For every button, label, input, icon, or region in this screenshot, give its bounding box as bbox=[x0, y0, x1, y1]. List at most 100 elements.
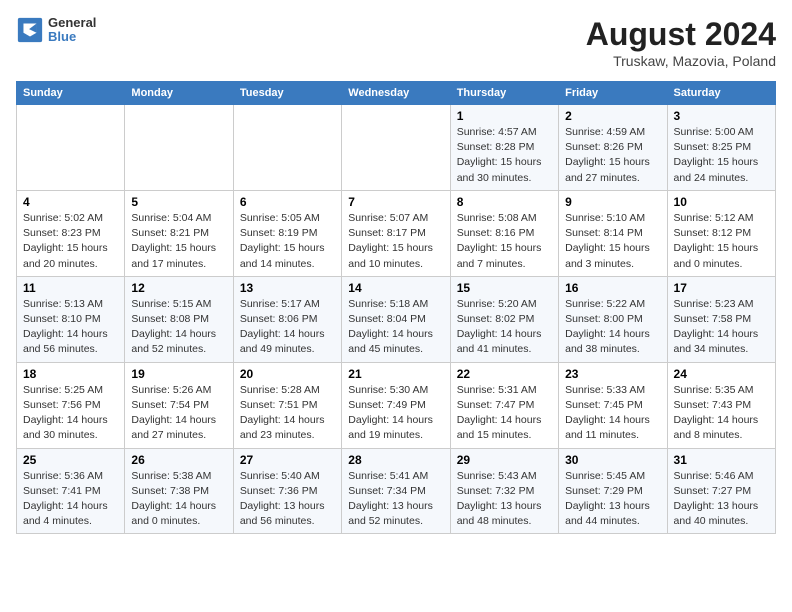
day-info: Sunrise: 5:23 AMSunset: 7:58 PMDaylight:… bbox=[674, 297, 769, 358]
day-number: 6 bbox=[240, 195, 335, 209]
day-number: 1 bbox=[457, 109, 552, 123]
calendar-table: SundayMondayTuesdayWednesdayThursdayFrid… bbox=[16, 81, 776, 534]
calendar-cell: 18 Sunrise: 5:25 AMSunset: 7:56 PMDayligh… bbox=[17, 362, 125, 448]
day-info: Sunrise: 5:46 AMSunset: 7:27 PMDaylight:… bbox=[674, 469, 769, 530]
day-number: 18 bbox=[23, 367, 118, 381]
day-number: 22 bbox=[457, 367, 552, 381]
day-info: Sunrise: 5:43 AMSunset: 7:32 PMDaylight:… bbox=[457, 469, 552, 530]
logo-text: General Blue bbox=[48, 16, 96, 45]
day-number: 3 bbox=[674, 109, 769, 123]
day-info: Sunrise: 5:07 AMSunset: 8:17 PMDaylight:… bbox=[348, 211, 443, 272]
calendar-cell: 5 Sunrise: 5:04 AMSunset: 8:21 PMDaylight… bbox=[125, 190, 233, 276]
calendar-cell: 20 Sunrise: 5:28 AMSunset: 7:51 PMDayligh… bbox=[233, 362, 341, 448]
day-number: 16 bbox=[565, 281, 660, 295]
calendar-cell: 26Sunrise: 5:38 AMSunset: 7:38 PMDayligh… bbox=[125, 448, 233, 534]
day-number: 29 bbox=[457, 453, 552, 467]
day-number: 24 bbox=[674, 367, 769, 381]
day-number: 21 bbox=[348, 367, 443, 381]
title-block: August 2024 Truskaw, Mazovia, Poland bbox=[586, 16, 776, 69]
day-info: Sunrise: 5:08 AMSunset: 8:16 PMDaylight:… bbox=[457, 211, 552, 272]
calendar-cell: 24 Sunrise: 5:35 AMSunset: 7:43 PMDayligh… bbox=[667, 362, 775, 448]
calendar-cell: 31 Sunrise: 5:46 AMSunset: 7:27 PMDayligh… bbox=[667, 448, 775, 534]
calendar-cell: 19 Sunrise: 5:26 AMSunset: 7:54 PMDayligh… bbox=[125, 362, 233, 448]
day-info: Sunrise: 5:26 AMSunset: 7:54 PMDaylight:… bbox=[131, 383, 226, 444]
day-info: Sunrise: 5:05 AMSunset: 8:19 PMDaylight:… bbox=[240, 211, 335, 272]
day-number: 20 bbox=[240, 367, 335, 381]
day-number: 14 bbox=[348, 281, 443, 295]
weekday-header: Monday bbox=[125, 82, 233, 105]
day-info: Sunrise: 4:59 AMSunset: 8:26 PMDaylight:… bbox=[565, 125, 660, 186]
calendar-cell: 9 Sunrise: 5:10 AMSunset: 8:14 PMDaylight… bbox=[559, 190, 667, 276]
main-title: August 2024 bbox=[586, 16, 776, 53]
weekday-header: Tuesday bbox=[233, 82, 341, 105]
calendar-cell: 27Sunrise: 5:40 AMSunset: 7:36 PMDayligh… bbox=[233, 448, 341, 534]
logo-icon bbox=[16, 16, 44, 44]
calendar-cell: 13 Sunrise: 5:17 AMSunset: 8:06 PMDayligh… bbox=[233, 276, 341, 362]
calendar-cell: 29 Sunrise: 5:43 AMSunset: 7:32 PMDayligh… bbox=[450, 448, 558, 534]
day-number: 17 bbox=[674, 281, 769, 295]
calendar-cell: 16 Sunrise: 5:22 AMSunset: 8:00 PMDayligh… bbox=[559, 276, 667, 362]
calendar-cell: 30 Sunrise: 5:45 AMSunset: 7:29 PMDayligh… bbox=[559, 448, 667, 534]
calendar-cell: 14 Sunrise: 5:18 AMSunset: 8:04 PMDayligh… bbox=[342, 276, 450, 362]
calendar-cell bbox=[125, 105, 233, 191]
day-number: 5 bbox=[131, 195, 226, 209]
subtitle: Truskaw, Mazovia, Poland bbox=[586, 53, 776, 69]
calendar-cell: 7 Sunrise: 5:07 AMSunset: 8:17 PMDaylight… bbox=[342, 190, 450, 276]
day-info: Sunrise: 5:04 AMSunset: 8:21 PMDaylight:… bbox=[131, 211, 226, 272]
day-info: Sunrise: 5:12 AMSunset: 8:12 PMDaylight:… bbox=[674, 211, 769, 272]
calendar-cell: 2 Sunrise: 4:59 AMSunset: 8:26 PMDaylight… bbox=[559, 105, 667, 191]
day-info: Sunrise: 5:35 AMSunset: 7:43 PMDaylight:… bbox=[674, 383, 769, 444]
day-number: 4 bbox=[23, 195, 118, 209]
day-info: Sunrise: 5:17 AMSunset: 8:06 PMDaylight:… bbox=[240, 297, 335, 358]
calendar-cell: 4 Sunrise: 5:02 AMSunset: 8:23 PMDaylight… bbox=[17, 190, 125, 276]
day-number: 28 bbox=[348, 453, 443, 467]
logo: General Blue bbox=[16, 16, 96, 45]
calendar-cell: 17 Sunrise: 5:23 AMSunset: 7:58 PMDayligh… bbox=[667, 276, 775, 362]
day-number: 27 bbox=[240, 453, 335, 467]
day-number: 7 bbox=[348, 195, 443, 209]
day-info: Sunrise: 5:10 AMSunset: 8:14 PMDaylight:… bbox=[565, 211, 660, 272]
day-number: 13 bbox=[240, 281, 335, 295]
day-info: Sunrise: 5:02 AMSunset: 8:23 PMDaylight:… bbox=[23, 211, 118, 272]
page-header: General Blue August 2024 Truskaw, Mazovi… bbox=[16, 16, 776, 69]
day-info: Sunrise: 5:45 AMSunset: 7:29 PMDaylight:… bbox=[565, 469, 660, 530]
day-info: Sunrise: 5:31 AMSunset: 7:47 PMDaylight:… bbox=[457, 383, 552, 444]
calendar-week-row: 11Sunrise: 5:13 AMSunset: 8:10 PMDayligh… bbox=[17, 276, 776, 362]
day-number: 31 bbox=[674, 453, 769, 467]
day-number: 8 bbox=[457, 195, 552, 209]
calendar-cell: 15Sunrise: 5:20 AMSunset: 8:02 PMDayligh… bbox=[450, 276, 558, 362]
day-info: Sunrise: 4:57 AMSunset: 8:28 PMDaylight:… bbox=[457, 125, 552, 186]
calendar-cell: 11Sunrise: 5:13 AMSunset: 8:10 PMDayligh… bbox=[17, 276, 125, 362]
calendar-cell: 1 Sunrise: 4:57 AMSunset: 8:28 PMDaylight… bbox=[450, 105, 558, 191]
calendar-body: 1 Sunrise: 4:57 AMSunset: 8:28 PMDaylight… bbox=[17, 105, 776, 534]
calendar-cell bbox=[233, 105, 341, 191]
calendar-cell: 12Sunrise: 5:15 AMSunset: 8:08 PMDayligh… bbox=[125, 276, 233, 362]
calendar-cell: 6 Sunrise: 5:05 AMSunset: 8:19 PMDaylight… bbox=[233, 190, 341, 276]
calendar-cell: 8 Sunrise: 5:08 AMSunset: 8:16 PMDaylight… bbox=[450, 190, 558, 276]
day-number: 25 bbox=[23, 453, 118, 467]
day-number: 2 bbox=[565, 109, 660, 123]
day-number: 19 bbox=[131, 367, 226, 381]
day-number: 10 bbox=[674, 195, 769, 209]
header-row: SundayMondayTuesdayWednesdayThursdayFrid… bbox=[17, 82, 776, 105]
weekday-header: Wednesday bbox=[342, 82, 450, 105]
logo-general: General bbox=[48, 16, 96, 30]
calendar-cell: 3Sunrise: 5:00 AMSunset: 8:25 PMDaylight… bbox=[667, 105, 775, 191]
day-number: 9 bbox=[565, 195, 660, 209]
calendar-cell: 21 Sunrise: 5:30 AMSunset: 7:49 PMDayligh… bbox=[342, 362, 450, 448]
calendar-cell: 23Sunrise: 5:33 AMSunset: 7:45 PMDayligh… bbox=[559, 362, 667, 448]
weekday-header: Friday bbox=[559, 82, 667, 105]
weekday-header: Saturday bbox=[667, 82, 775, 105]
calendar-cell bbox=[17, 105, 125, 191]
calendar-week-row: 25Sunrise: 5:36 AMSunset: 7:41 PMDayligh… bbox=[17, 448, 776, 534]
day-number: 11 bbox=[23, 281, 118, 295]
day-number: 23 bbox=[565, 367, 660, 381]
day-info: Sunrise: 5:30 AMSunset: 7:49 PMDaylight:… bbox=[348, 383, 443, 444]
weekday-header: Thursday bbox=[450, 82, 558, 105]
day-info: Sunrise: 5:22 AMSunset: 8:00 PMDaylight:… bbox=[565, 297, 660, 358]
day-number: 30 bbox=[565, 453, 660, 467]
calendar-cell: 10 Sunrise: 5:12 AMSunset: 8:12 PMDayligh… bbox=[667, 190, 775, 276]
day-info: Sunrise: 5:18 AMSunset: 8:04 PMDaylight:… bbox=[348, 297, 443, 358]
day-info: Sunrise: 5:28 AMSunset: 7:51 PMDaylight:… bbox=[240, 383, 335, 444]
day-info: Sunrise: 5:25 AMSunset: 7:56 PMDaylight:… bbox=[23, 383, 118, 444]
